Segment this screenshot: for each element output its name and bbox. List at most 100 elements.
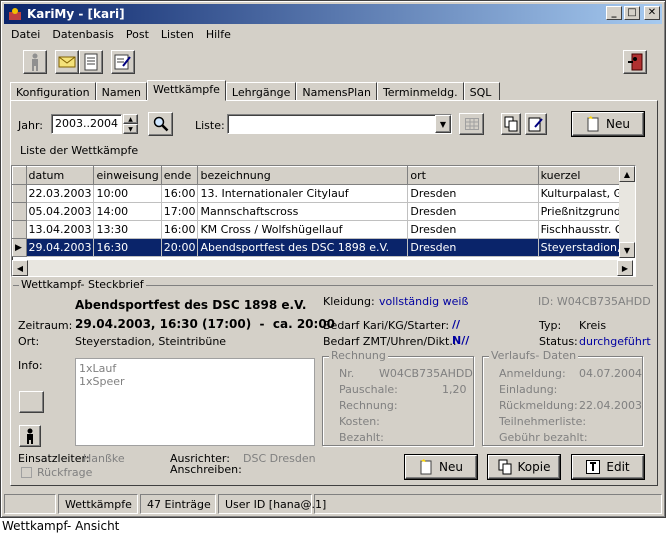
cell-bezeichnung: Mannschaftscross xyxy=(197,202,409,221)
person-side-button[interactable] xyxy=(19,425,41,447)
tab-terminmeldg[interactable]: Terminmeldg. xyxy=(376,82,464,101)
cell-ort: Dresden xyxy=(407,220,539,239)
document-toolbar-button[interactable] xyxy=(79,50,103,74)
steckbrief-title: Wettkampf- Steckbrief xyxy=(19,278,146,291)
chevron-down-icon[interactable]: ▼ xyxy=(435,115,451,133)
kleidung-label: Kleidung: xyxy=(323,295,375,308)
blank-side-button[interactable] xyxy=(19,391,44,413)
menu-post[interactable]: Post xyxy=(120,26,155,44)
search-button[interactable] xyxy=(148,112,173,136)
menu-hilfe[interactable]: Hilfe xyxy=(200,26,237,44)
status-bar: Wettkämpfe 47 Einträge User ID [hana@.1] xyxy=(4,494,662,515)
scroll-right-icon[interactable]: ▶ xyxy=(617,260,633,276)
bedarf-zmt-label: Bedarf ZMT/Uhren/Dikt.: xyxy=(323,335,457,348)
spin-up-icon[interactable]: ▲ xyxy=(123,114,138,124)
tab-wettkaempfe[interactable]: Wettkämpfe xyxy=(147,80,226,101)
grid-horizontal-scrollbar[interactable]: ◀ ▶ xyxy=(12,260,633,276)
rechnung-nr-label: Nr. xyxy=(339,367,355,380)
copy-icon xyxy=(498,459,512,475)
cell-ort: Dresden xyxy=(407,238,539,257)
close-button[interactable]: ✕ xyxy=(644,6,660,20)
neu-list-label: Neu xyxy=(606,117,630,131)
neu-list-button[interactable]: Neu xyxy=(572,112,644,136)
column-header-ende[interactable]: ende xyxy=(160,166,199,185)
cell-datum: 13.04.2003 xyxy=(26,220,95,239)
typ-label: Typ: xyxy=(539,319,562,332)
teilnehmerliste-label: Teilnehmerliste: xyxy=(499,415,587,428)
table-row[interactable]: 05.04.2003 14:00 17:00 Mannschaftscross … xyxy=(12,202,636,221)
menu-listen[interactable]: Listen xyxy=(155,26,200,44)
minimize-button[interactable]: _ xyxy=(606,6,622,20)
liste-select[interactable]: ▼ xyxy=(227,114,452,134)
menu-datenbasis[interactable]: Datenbasis xyxy=(46,26,120,44)
scroll-left-icon[interactable]: ◀ xyxy=(12,260,28,276)
zeitraum-value: 29.04.2003, 16:30 (17:00) - ca. 20:00 xyxy=(75,317,336,331)
search-icon xyxy=(153,116,168,132)
maximize-button[interactable]: □ xyxy=(624,6,640,20)
kosten-label: Kosten: xyxy=(339,415,380,428)
scroll-down-icon[interactable]: ▼ xyxy=(619,242,635,258)
envelope-icon xyxy=(58,56,76,68)
einladung-label: Einladung: xyxy=(499,383,558,396)
text-edit-icon xyxy=(586,460,601,474)
neu-button[interactable]: Neu xyxy=(405,455,477,479)
edit-form-icon xyxy=(114,54,131,70)
wettkaempfe-grid[interactable]: datum einweisung ende bezeichnung ort ku… xyxy=(11,165,636,277)
ausrichter-value: DSC Dresden xyxy=(243,452,316,465)
app-icon xyxy=(7,6,23,22)
status-label: Status: xyxy=(539,335,578,348)
menu-datei[interactable]: Datei xyxy=(5,26,46,44)
mail-toolbar-button[interactable] xyxy=(55,50,79,74)
table-row[interactable]: 13.04.2003 13:30 16:00 KM Cross / Wolfsh… xyxy=(12,220,636,239)
scroll-up-icon[interactable]: ▲ xyxy=(619,166,635,182)
jahr-input[interactable]: 2003..2004 xyxy=(51,114,122,134)
edit-form-toolbar-button[interactable] xyxy=(111,50,135,74)
tab-lehrgaenge[interactable]: Lehrgänge xyxy=(225,82,297,101)
rechnung-nr-value: W04CB735AHDD xyxy=(379,367,473,380)
person-toolbar-button[interactable] xyxy=(23,50,47,74)
verlauf-title: Verlaufs- Daten xyxy=(489,349,579,362)
tab-namensplan[interactable]: NamensPlan xyxy=(296,82,377,101)
row-indicator xyxy=(12,184,27,203)
anmeldung-value: 04.07.2004 xyxy=(579,367,642,380)
main-window: KariMy - [kari] _ □ ✕ Datei Datenbasis P… xyxy=(0,0,666,518)
cell-einweisung: 10:00 xyxy=(93,184,162,203)
table-row[interactable]: 22.03.2003 10:00 16:00 13. International… xyxy=(12,184,636,203)
cell-bezeichnung: 13. Internationaler Citylauf xyxy=(197,184,409,203)
column-header-datum[interactable]: datum xyxy=(25,166,95,185)
edit-list-button[interactable] xyxy=(525,113,547,135)
cell-ort: Dresden xyxy=(407,202,539,221)
column-header-bezeichnung[interactable]: bezeichnung xyxy=(197,166,409,185)
table-row-selected[interactable]: ▶ 29.04.2003 16:30 20:00 Abendsportfest … xyxy=(12,238,636,257)
wettkampf-name: Abendsportfest des DSC 1898 e.V. xyxy=(75,298,307,312)
grid-vertical-scrollbar[interactable]: ▲ ▼ xyxy=(619,166,635,258)
grid-corner xyxy=(12,166,27,185)
tab-namen[interactable]: Namen xyxy=(95,82,148,101)
exit-toolbar-button[interactable] xyxy=(623,50,647,74)
tab-sql[interactable]: SQL xyxy=(463,82,500,101)
column-header-einweisung[interactable]: einweisung xyxy=(93,166,162,185)
cell-bezeichnung: Abendsportfest des DSC 1898 e.V. xyxy=(197,238,409,257)
jahr-spinner[interactable]: ▲ ▼ xyxy=(123,114,138,134)
typ-value: Kreis xyxy=(579,319,607,332)
cell-datum: 22.03.2003 xyxy=(26,184,95,203)
title-bar[interactable]: KariMy - [kari] _ □ ✕ xyxy=(4,4,662,24)
einsatzleiter-label: Einsatzleiter: xyxy=(18,452,90,465)
kleidung-value: vollständig weiß xyxy=(379,295,469,308)
tab-konfiguration[interactable]: Konfiguration xyxy=(10,82,96,101)
spin-down-icon[interactable]: ▼ xyxy=(123,124,138,134)
edit-button-label: Edit xyxy=(606,460,630,474)
info-textarea[interactable]: 1xLauf 1xSpeer xyxy=(75,358,315,446)
kopie-button[interactable]: Kopie xyxy=(488,455,560,479)
rueckfrage-checkbox[interactable] xyxy=(21,467,32,478)
status-cell-rest xyxy=(314,494,662,514)
grid-view-button[interactable] xyxy=(459,113,484,135)
column-header-ort[interactable]: ort xyxy=(407,166,539,185)
cell-ende: 17:00 xyxy=(161,202,199,221)
status-count: 47 Einträge xyxy=(140,494,216,514)
person-icon xyxy=(27,428,33,444)
neu-button-label: Neu xyxy=(439,460,463,474)
cell-einweisung: 13:30 xyxy=(93,220,162,239)
copy-list-button[interactable] xyxy=(501,113,521,135)
edit-button[interactable]: Edit xyxy=(572,455,644,479)
